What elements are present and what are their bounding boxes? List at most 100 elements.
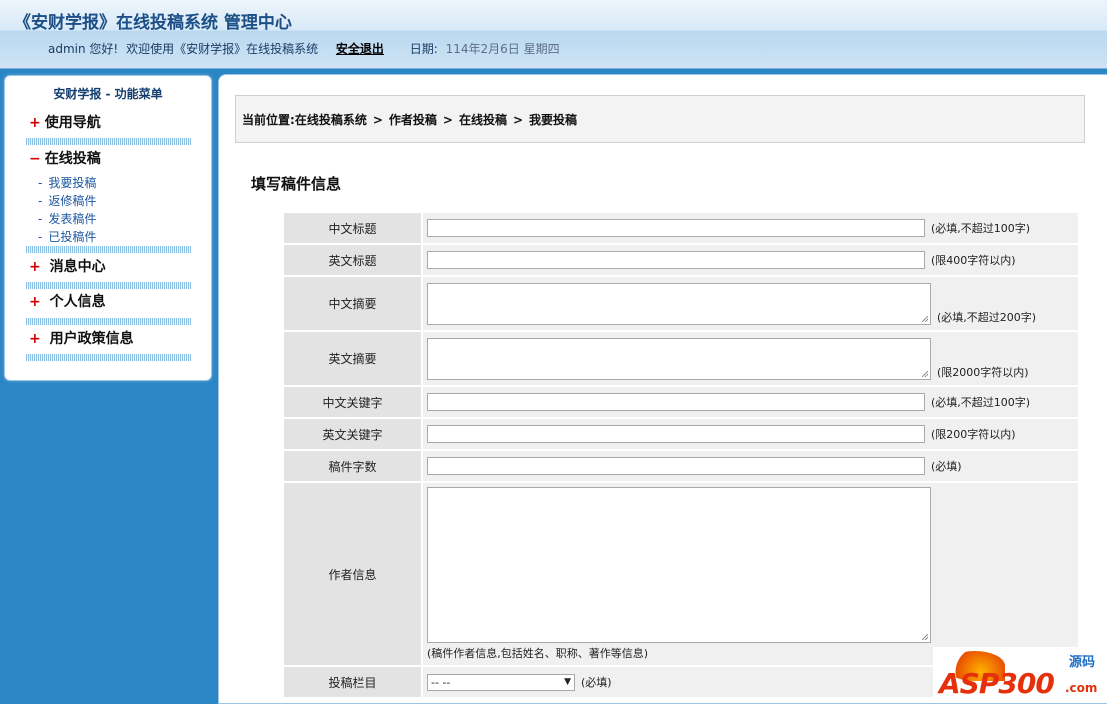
cn-keywords-input[interactable] [427, 393, 925, 411]
author-info-textarea[interactable] [427, 487, 931, 643]
menu-divider [26, 246, 191, 253]
menu-group-online-submission[interactable]: − 在线投稿 [29, 148, 101, 168]
field-label: 中文关键字 [282, 385, 423, 419]
menu-group-policy[interactable]: + 用户政策信息 [29, 328, 134, 348]
form-row-en-abstract: 英文摘要 (限2000字符以内) [282, 330, 1080, 387]
field-label: 英文摘要 [282, 330, 423, 387]
watermark-logo: ASP300 源码 .com [933, 647, 1107, 702]
menu-group-label: 个人信息 [49, 294, 106, 310]
field-hint: (限400字符以内) [931, 254, 1016, 267]
form-row-cn-keywords: 中文关键字 (必填,不超过100字) [282, 385, 1080, 419]
top-header: 《安财学报》在线投稿系统 管理中心 admin 您好! 欢迎使用《安财学报》在线… [0, 0, 1107, 69]
breadcrumb-item[interactable]: 在线投稿 [459, 113, 507, 127]
field-cell: (必填) [421, 449, 1080, 483]
plus-icon: + [29, 115, 41, 131]
field-cell: (限400字符以内) [421, 243, 1080, 277]
user-info-bar: admin 您好! 欢迎使用《安财学报》在线投稿系统 安全退出 日期: 114年… [48, 40, 564, 57]
field-hint: (限200字符以内) [931, 428, 1016, 441]
submenu-label: 我要投稿 [48, 176, 97, 190]
system-title: 《安财学报》在线投稿系统 管理中心 [14, 13, 292, 33]
submenu-item-revision[interactable]: - 返修稿件 [38, 192, 96, 209]
menu-divider [26, 318, 191, 325]
welcome-text: 欢迎使用《安财学报》在线投稿系统 [126, 42, 319, 56]
breadcrumb-item: 我要投稿 [529, 113, 578, 127]
en-abstract-textarea[interactable] [427, 337, 931, 380]
submenu-label: 返修稿件 [48, 194, 97, 208]
field-hint: (必填,不超过200字) [937, 310, 1037, 324]
main-panel: 当前位置:在线投稿系统 > 作者投稿 > 在线投稿 > 我要投稿 填写稿件信息 中文标题 (… [218, 74, 1107, 704]
user-greeting: admin 您好! [48, 42, 119, 56]
submenu-item-published[interactable]: - 发表稿件 [38, 210, 96, 227]
menu-divider [26, 282, 191, 289]
field-label: 作者信息 [282, 481, 423, 667]
submenu-label: 已投稿件 [48, 230, 97, 244]
column-select[interactable]: -- -- ▼ [427, 673, 575, 691]
dash-icon: - [38, 212, 43, 226]
field-hint: (必填) [581, 676, 612, 689]
field-label: 英文关键字 [282, 417, 423, 451]
plus-icon: + [29, 331, 41, 347]
chevron-right-icon: > [442, 113, 453, 127]
breadcrumb-item[interactable]: 作者投稿 [389, 113, 437, 127]
menu-group-label: 用户政策信息 [49, 331, 134, 347]
submenu-item-submit[interactable]: - 我要投稿 [38, 174, 96, 191]
watermark-brand: ASP300 [939, 667, 1055, 700]
field-label: 稿件字数 [282, 449, 423, 483]
field-cell: (必填,不超过100字) [421, 385, 1080, 419]
field-cell: (稿件作者信息,包括姓名、职称、著作等信息) [421, 481, 1080, 667]
chevron-right-icon: > [512, 113, 524, 127]
field-hint: (必填,不超过100字) [931, 396, 1031, 409]
form-row-word-count: 稿件字数 (必填) [282, 449, 1080, 483]
breadcrumb-item[interactable]: 在线投稿系统 [295, 113, 367, 127]
menu-group-label: 使用导航 [44, 115, 101, 131]
en-keywords-input[interactable] [427, 425, 925, 443]
watermark-code: 源码 [1069, 655, 1096, 670]
chevron-right-icon: > [372, 113, 383, 127]
submission-form: 中文标题 (必填,不超过100字) 英文标题 (限400字符以内) 中文摘要 (… [282, 211, 1080, 699]
field-cell: (限200字符以内) [421, 417, 1080, 451]
field-cell: (必填,不超过100字) [421, 211, 1080, 245]
form-row-cn-title: 中文标题 (必填,不超过100字) [282, 211, 1080, 245]
field-label: 中文摘要 [282, 275, 423, 332]
breadcrumb-prefix: 当前位置: [242, 113, 295, 127]
dropdown-arrow-icon: ▼ [564, 676, 571, 687]
minus-icon: − [29, 151, 41, 167]
plus-icon: + [29, 259, 41, 275]
submenu-label: 发表稿件 [48, 212, 97, 226]
form-row-cn-abstract: 中文摘要 (必填,不超过200字) [282, 275, 1080, 332]
cn-title-input[interactable] [427, 219, 925, 237]
dash-icon: - [38, 176, 43, 190]
breadcrumb: 当前位置:在线投稿系统 > 作者投稿 > 在线投稿 > 我要投稿 [235, 95, 1085, 143]
form-row-author-info: 作者信息 (稿件作者信息,包括姓名、职称、著作等信息) [282, 481, 1080, 667]
dash-icon: - [38, 230, 43, 244]
watermark-domain: .com [1065, 681, 1098, 695]
field-hint: (必填) [931, 460, 962, 473]
form-title: 填写稿件信息 [251, 175, 342, 193]
menu-group-messages[interactable]: + 消息中心 [29, 256, 106, 276]
date-label: 日期: [409, 42, 438, 56]
field-label: 投稿栏目 [282, 665, 423, 699]
menu-group-profile[interactable]: + 个人信息 [29, 291, 106, 311]
date-value: 114年2月6日 星期四 [445, 42, 560, 56]
field-label: 英文标题 [282, 243, 423, 277]
word-count-input[interactable] [427, 457, 925, 475]
form-row-en-keywords: 英文关键字 (限200字符以内) [282, 417, 1080, 451]
menu-divider [26, 354, 191, 361]
menu-group-navigation[interactable]: + 使用导航 [29, 112, 101, 132]
submenu-item-submitted[interactable]: - 已投稿件 [38, 228, 96, 245]
sidebar-menu: 安财学报 - 功能菜单 + 使用导航 − 在线投稿 - 我要投稿 - 返修稿件 - 发表稿… [4, 75, 212, 381]
form-row-en-title: 英文标题 (限400字符以内) [282, 243, 1080, 277]
dash-icon: - [38, 194, 43, 208]
field-hint: (限2000字符以内) [937, 365, 1029, 379]
menu-group-label: 消息中心 [49, 259, 106, 275]
menu-divider [26, 138, 191, 145]
field-cell: (限2000字符以内) [421, 330, 1080, 387]
select-value: -- -- [431, 675, 451, 689]
menu-title: 安财学报 - 功能菜单 [53, 87, 163, 101]
field-cell: (必填,不超过200字) [421, 275, 1080, 332]
cn-abstract-textarea[interactable] [427, 282, 931, 325]
en-title-input[interactable] [427, 251, 925, 269]
field-label: 中文标题 [282, 211, 423, 245]
field-hint: (必填,不超过100字) [931, 222, 1031, 235]
logout-link[interactable]: 安全退出 [336, 42, 384, 56]
